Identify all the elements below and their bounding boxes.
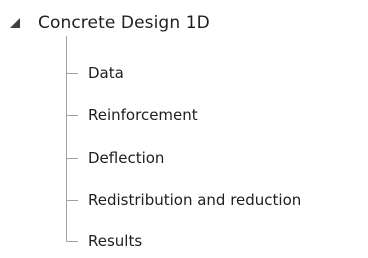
tree-item-deflection[interactable]: Deflection: [88, 145, 164, 171]
tree-item-results[interactable]: Results: [88, 228, 142, 254]
tree-view: Concrete Design 1D Data Reinforcement De…: [0, 0, 368, 258]
tree-item-label: Reinforcement: [88, 106, 198, 124]
tree-item-label: Results: [88, 232, 143, 250]
tree-connector-lines: [66, 36, 78, 242]
tree-item-reinforcement[interactable]: Reinforcement: [88, 102, 198, 128]
tree-item-label: Deflection: [88, 149, 165, 167]
tree-item-label: Redistribution and reduction: [88, 191, 302, 209]
tree-item-data[interactable]: Data: [88, 60, 124, 86]
tree-item-label: Data: [88, 64, 124, 82]
tree-item-redistribution-and-reduction[interactable]: Redistribution and reduction: [88, 187, 301, 213]
